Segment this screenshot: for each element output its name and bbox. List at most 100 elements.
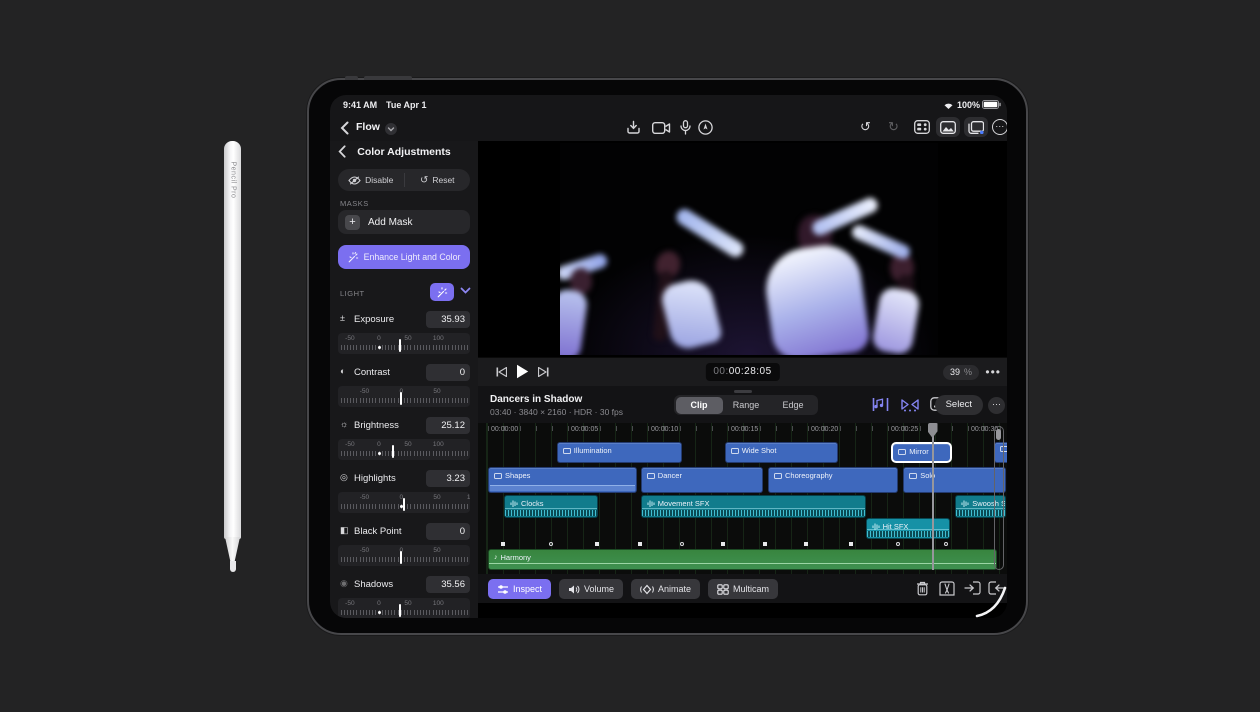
media-browser-icon[interactable] bbox=[936, 117, 960, 137]
undo-icon[interactable]: ↺ bbox=[860, 119, 871, 135]
select-button[interactable]: Select bbox=[935, 395, 983, 415]
timeline-scrollbar[interactable] bbox=[994, 426, 1004, 570]
ruler-tick bbox=[439, 398, 440, 403]
ruler-tick bbox=[394, 504, 395, 509]
light-collapse-chevron-icon[interactable] bbox=[460, 287, 471, 295]
clip-clocks[interactable]: Clocks bbox=[504, 495, 598, 518]
clip-harmony[interactable]: ♪Harmony bbox=[488, 549, 997, 570]
ruler-tick bbox=[464, 451, 465, 456]
zero-dot bbox=[378, 611, 381, 614]
timeline-drag-handle[interactable] bbox=[734, 390, 752, 393]
title-dropdown-icon[interactable] bbox=[385, 123, 397, 135]
timecode-display[interactable]: 00:00:28:05 bbox=[705, 363, 779, 381]
enhance-light-color-button[interactable]: Enhance Light and Color bbox=[338, 245, 470, 269]
slider-value[interactable]: 25.12 bbox=[426, 417, 470, 434]
light-auto-wand-button[interactable] bbox=[430, 283, 454, 301]
ruler-tick bbox=[442, 398, 443, 403]
viewer-more-icon[interactable]: ••• bbox=[985, 365, 1001, 379]
reset-button[interactable]: ↺ Reset bbox=[405, 169, 471, 191]
ruler-tick bbox=[347, 504, 348, 509]
inspect-button[interactable]: Inspect bbox=[488, 579, 551, 599]
slider-value[interactable]: 35.56 bbox=[426, 576, 470, 593]
segment-edge[interactable]: Edge bbox=[770, 397, 817, 414]
panel-title: Color Adjustments bbox=[330, 146, 478, 158]
more-options-icon[interactable]: ⋯ bbox=[992, 119, 1007, 135]
slider-value[interactable]: 0 bbox=[426, 364, 470, 381]
microphone-icon[interactable] bbox=[680, 120, 691, 135]
eye-disable-icon bbox=[348, 176, 361, 185]
ruler-tick bbox=[404, 557, 405, 562]
ruler-tick bbox=[379, 504, 380, 509]
skip-to-start-icon[interactable] bbox=[496, 367, 507, 377]
slider-ruler[interactable]: -50050100 bbox=[338, 598, 470, 618]
adjustments-panel-icon[interactable] bbox=[914, 120, 930, 134]
slider-ruler[interactable]: -50050 bbox=[338, 545, 470, 566]
blade-icon[interactable] bbox=[939, 581, 955, 596]
animate-button[interactable]: Animate bbox=[631, 579, 700, 599]
ruler-tick bbox=[394, 610, 395, 615]
playhead-handle[interactable] bbox=[928, 423, 938, 438]
playhead-line[interactable] bbox=[932, 423, 934, 570]
ruler-tick bbox=[442, 610, 443, 615]
clip-solo[interactable]: Solo bbox=[903, 467, 1005, 493]
timeline-ruler-tick bbox=[872, 426, 873, 431]
ruler-tick bbox=[347, 345, 348, 350]
import-icon[interactable] bbox=[626, 120, 641, 135]
ruler-tick bbox=[344, 345, 345, 350]
dancer-figure bbox=[560, 238, 612, 355]
clip-dancer[interactable]: Dancer bbox=[641, 467, 763, 493]
scrollbar-thumb[interactable] bbox=[996, 429, 1001, 440]
ruler-tick bbox=[369, 610, 370, 615]
camera-icon[interactable] bbox=[652, 122, 671, 134]
add-mask-button[interactable]: + Add Mask bbox=[338, 210, 470, 234]
ruler-tick bbox=[436, 610, 437, 615]
ruler-tick bbox=[369, 398, 370, 403]
timeline-ruler-tick bbox=[968, 426, 969, 431]
keyframe-marker-square bbox=[804, 542, 808, 546]
clip-hit-sfx[interactable]: Hit SFX bbox=[866, 518, 951, 539]
clip-shapes[interactable]: Shapes bbox=[488, 467, 637, 493]
slider-highlights: ◎Highlights3.23-500501 bbox=[338, 470, 470, 523]
project-title[interactable]: Flow bbox=[356, 121, 380, 133]
ruler-tick bbox=[404, 398, 405, 403]
ruler-tick bbox=[452, 451, 453, 456]
slider-value[interactable]: 3.23 bbox=[426, 470, 470, 487]
redo-icon[interactable]: ↻ bbox=[888, 119, 899, 135]
audio-lanes-icon[interactable] bbox=[872, 397, 889, 412]
slider-value[interactable]: 35.93 bbox=[426, 311, 470, 328]
multicam-button[interactable]: Multicam bbox=[708, 579, 778, 599]
video-preview[interactable] bbox=[560, 143, 938, 355]
pencil-label: Pencil Pro bbox=[230, 162, 237, 232]
slider-ruler[interactable]: -50050 bbox=[338, 386, 470, 407]
skip-to-end-icon[interactable] bbox=[538, 367, 549, 377]
volume-button[interactable]: Volume bbox=[559, 579, 623, 599]
segment-range[interactable]: Range bbox=[723, 397, 770, 414]
slider-value[interactable]: 0 bbox=[426, 523, 470, 540]
back-chevron-icon[interactable] bbox=[340, 121, 349, 135]
play-button[interactable] bbox=[516, 364, 529, 379]
clip-wide-shot[interactable]: Wide Shot bbox=[725, 442, 839, 463]
clip-mirror[interactable]: Mirror bbox=[891, 442, 952, 463]
disable-button[interactable]: Disable bbox=[338, 169, 404, 191]
ruler-tick bbox=[360, 398, 361, 403]
clip-connection-icon[interactable] bbox=[900, 397, 920, 412]
segment-clip[interactable]: Clip bbox=[676, 397, 723, 414]
slider-ruler[interactable]: -50050100 bbox=[338, 439, 470, 460]
ruler-tick bbox=[420, 451, 421, 456]
slider-ruler[interactable]: -500501 bbox=[338, 492, 470, 513]
ruler-tick bbox=[344, 398, 345, 403]
music-note-icon: ♪ bbox=[494, 554, 498, 561]
ruler-tick bbox=[341, 610, 342, 615]
clip-movement-sfx[interactable]: Movement SFX bbox=[641, 495, 866, 518]
slider-ruler[interactable]: -50050100 bbox=[338, 333, 470, 354]
overlay-clips-icon[interactable] bbox=[964, 117, 988, 137]
clip-choreography[interactable]: Choreography bbox=[768, 467, 898, 493]
timeline-more-icon[interactable]: ⋯ bbox=[988, 397, 1005, 414]
pencil-hover-icon[interactable] bbox=[698, 120, 713, 135]
waveform-band bbox=[505, 510, 597, 516]
clip-illumination[interactable]: Illumination bbox=[557, 442, 682, 463]
viewer-zoom-control[interactable]: 39% bbox=[943, 365, 979, 380]
ruler-tick-label: -50 bbox=[345, 600, 354, 607]
timeline[interactable]: 00:00:0000:00:0500:00:1000:00:1500:00:20… bbox=[478, 423, 1007, 574]
delete-icon[interactable] bbox=[916, 581, 929, 596]
